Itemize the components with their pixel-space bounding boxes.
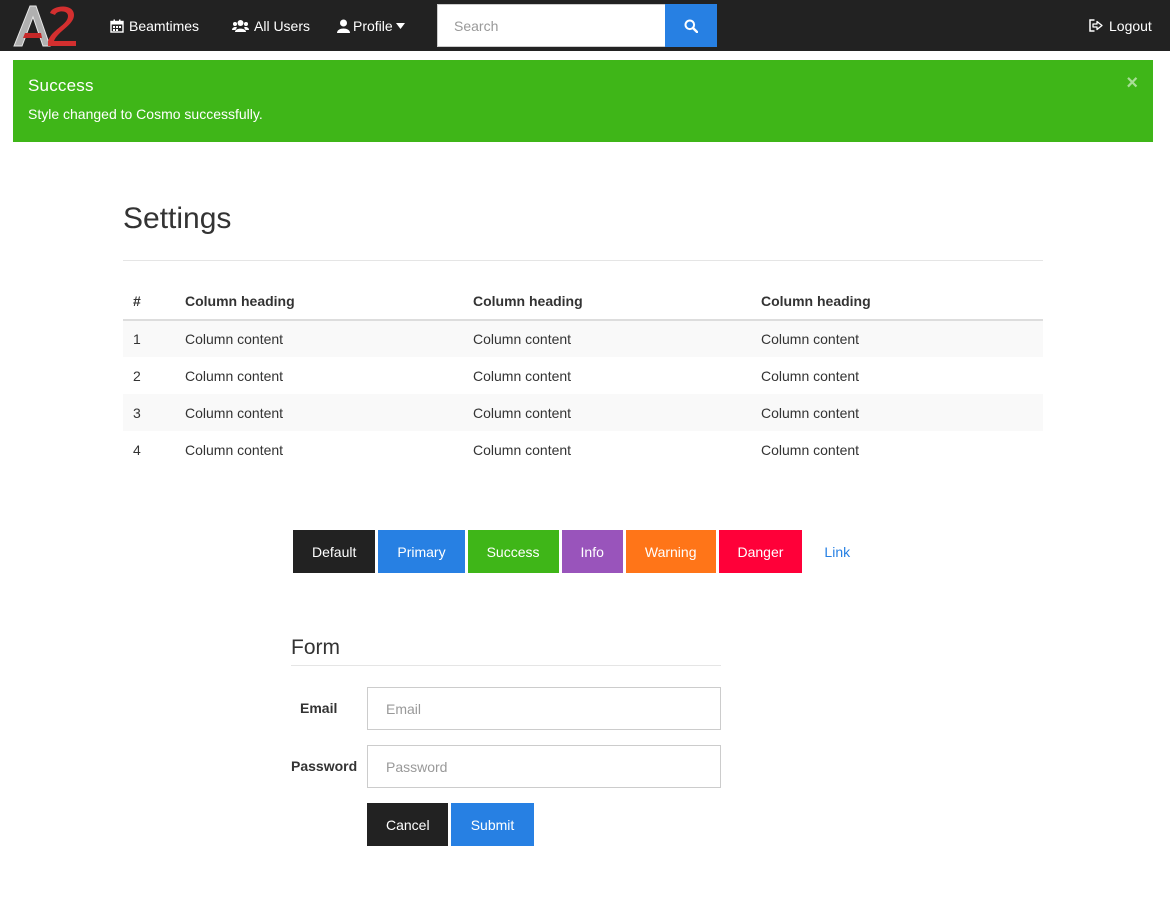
- nav-logout[interactable]: Logout: [1089, 0, 1152, 51]
- nav-logout-label: Logout: [1109, 17, 1152, 34]
- caret-down-icon: [395, 22, 405, 29]
- table-cell: Column content: [473, 404, 572, 421]
- table-cell: Column content: [473, 441, 572, 458]
- alert-title: Success: [28, 76, 94, 95]
- table-cell: Column content: [761, 367, 860, 384]
- form-legend-divider: [291, 665, 721, 666]
- settings-table: # Column heading Column heading Column h…: [123, 282, 1043, 468]
- table-header-cell: Column heading: [463, 282, 751, 321]
- table-header-cell: Column heading: [751, 282, 1043, 321]
- table-cell: Column content: [185, 404, 284, 421]
- primary-button[interactable]: Primary: [378, 530, 465, 573]
- brand-logo[interactable]: [12, 3, 80, 48]
- submit-button[interactable]: Submit: [451, 803, 534, 846]
- page-title: Settings: [123, 202, 232, 235]
- alert-message: Style changed to Cosmo successfully.: [28, 106, 263, 122]
- table-cell: 4: [133, 441, 141, 458]
- table-cell: Column content: [761, 404, 860, 421]
- nav-profile-dropdown[interactable]: Profile: [337, 0, 410, 51]
- users-icon: [232, 19, 249, 32]
- table-header-cell: #: [123, 282, 175, 321]
- table-cell: Column content: [761, 331, 860, 347]
- table-cell: 1: [133, 331, 141, 347]
- table-cell: Column content: [185, 331, 284, 347]
- button-demo-row: Default Primary Success Info Warning Dan…: [293, 530, 872, 573]
- table-row: 3 Column content Column content Column c…: [123, 394, 1043, 431]
- info-button[interactable]: Info: [561, 530, 623, 573]
- page-header-divider: [123, 260, 1043, 261]
- table-cell: Column content: [473, 367, 572, 384]
- nav-all-users-label: All Users: [254, 17, 311, 34]
- nav-all-users[interactable]: All Users: [232, 0, 310, 51]
- calendar-icon: [110, 19, 124, 33]
- user-icon: [337, 19, 350, 33]
- table-cell: 2: [133, 367, 141, 384]
- default-button[interactable]: Default: [293, 530, 376, 573]
- password-field[interactable]: [367, 745, 721, 788]
- nav-beamtimes-label: Beamtimes: [129, 17, 200, 34]
- table-cell: Column content: [761, 441, 860, 458]
- password-label: Password: [291, 758, 358, 774]
- nav-beamtimes[interactable]: Beamtimes: [110, 0, 199, 51]
- nav-profile-label: Profile: [353, 17, 393, 34]
- sign-out-icon: [1089, 19, 1103, 32]
- table-cell: Column content: [185, 441, 284, 458]
- email-field[interactable]: [367, 687, 721, 730]
- link-button[interactable]: Link: [805, 530, 869, 573]
- navbar: Beamtimes All Users Profile Search Logou…: [0, 0, 1170, 51]
- email-label: Email: [300, 700, 338, 716]
- warning-button[interactable]: Warning: [625, 530, 716, 573]
- search-icon: [684, 19, 698, 33]
- table-header-cell: Column heading: [175, 282, 463, 321]
- close-icon[interactable]: ×: [1126, 73, 1138, 93]
- search-button[interactable]: [665, 4, 717, 47]
- table-cell: 3: [133, 404, 141, 421]
- table-row: 2 Column content Column content Column c…: [123, 357, 1043, 394]
- danger-button[interactable]: Danger: [718, 530, 803, 573]
- table-cell: Column content: [473, 331, 572, 347]
- table-header-row: # Column heading Column heading Column h…: [123, 282, 1043, 321]
- table-cell: Column content: [185, 367, 284, 384]
- cancel-button[interactable]: Cancel: [367, 803, 448, 846]
- table-row: 4 Column content Column content Column c…: [123, 431, 1043, 468]
- search-input[interactable]: [437, 4, 666, 47]
- table-row: 1 Column content Column content Column c…: [123, 320, 1043, 357]
- success-button[interactable]: Success: [467, 530, 559, 573]
- form-legend: Form: [291, 636, 340, 659]
- success-alert: Success Style changed to Cosmo successfu…: [13, 60, 1153, 142]
